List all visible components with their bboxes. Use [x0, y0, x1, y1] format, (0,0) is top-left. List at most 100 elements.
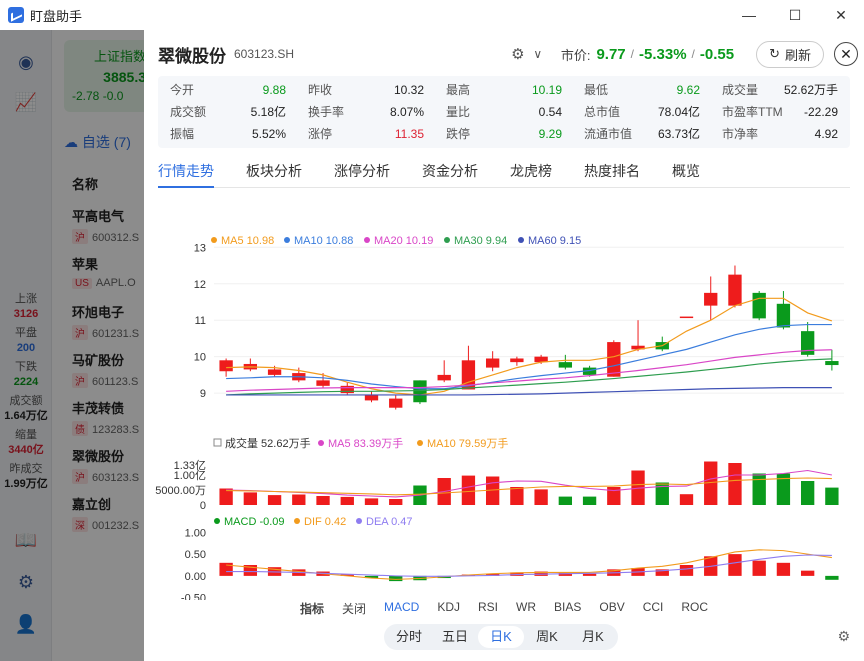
ma-legend-label: MA60 9.15	[528, 235, 581, 247]
candle-body	[437, 374, 451, 381]
indicator-option[interactable]: KDJ	[437, 600, 460, 617]
tab-item[interactable]: 板块分析	[246, 158, 302, 188]
macd-tick: -0.50	[181, 593, 206, 600]
stat-cell: 今开 9.88	[158, 79, 296, 101]
stock-header: 翠微股份 603123.SH ⚙ ∨ 市价: 9.77 / -5.33% / -…	[158, 40, 858, 68]
volume-bar	[461, 475, 476, 505]
stat-label: 成交额	[170, 105, 207, 119]
indicator-option[interactable]: 关闭	[342, 600, 366, 617]
close-icon: ✕	[840, 45, 852, 62]
indicator-option[interactable]: WR	[516, 600, 536, 617]
period-button[interactable]: 分时	[386, 626, 432, 648]
tab-item[interactable]: 行情走势	[158, 158, 214, 188]
stat-label: 最低	[584, 83, 609, 97]
indicator-option[interactable]: OBV	[599, 600, 624, 617]
stat-label: 成交量	[722, 83, 759, 97]
maximize-icon[interactable]: ☐	[772, 0, 818, 30]
volume-tick: 0	[200, 500, 206, 512]
stat-label: 今开	[170, 83, 195, 97]
macd-bar	[219, 562, 233, 576]
stat-label: 振幅	[170, 127, 195, 141]
volume-bar	[243, 492, 258, 505]
stat-cell: 最低 9.62	[572, 79, 710, 101]
stock-settings-icon[interactable]: ⚙	[507, 45, 529, 63]
dea-legend-dot	[356, 518, 362, 524]
tab-item[interactable]: 龙虎榜	[510, 158, 552, 188]
period-button[interactable]: 月K	[570, 626, 616, 648]
stat-label: 市净率	[722, 127, 759, 141]
macd-tick: 0.00	[185, 571, 206, 583]
indicator-option[interactable]: ROC	[681, 600, 708, 617]
price-tick: 10	[194, 352, 206, 364]
price-pct: -5.33%	[639, 45, 687, 63]
stat-cell: 市盈率TTM -22.29	[710, 101, 848, 123]
stat-cell: 流通市值 63.73亿	[572, 123, 710, 145]
candle-body	[776, 303, 791, 328]
ma-legend-dot	[211, 237, 217, 243]
period-button[interactable]: 日K	[478, 626, 524, 648]
stat-label: 市盈率TTM	[722, 105, 783, 119]
indicator-option[interactable]: BIAS	[554, 600, 581, 617]
stat-value: 5.52%	[251, 127, 286, 141]
tab-item[interactable]: 热度排名	[584, 158, 640, 188]
stat-value: 9.29	[538, 127, 562, 141]
indicator-option[interactable]: MACD	[384, 600, 419, 617]
stat-value: 78.04亿	[657, 105, 700, 119]
stat-label: 跌停	[446, 127, 471, 141]
stat-value: 10.19	[531, 83, 562, 97]
indicator-option[interactable]: CCI	[643, 600, 664, 617]
volume-bar	[825, 487, 839, 505]
stat-value: 5.18亿	[250, 105, 286, 119]
volume-bar	[510, 487, 524, 505]
macd-bar	[582, 573, 597, 576]
candle-body	[752, 292, 766, 319]
macd-legend-dot	[214, 518, 220, 524]
candle-body	[825, 361, 839, 366]
detail-tabs: 行情走势 板块分析 涨停分析 资金分析 龙虎榜 热度排名 概览	[158, 158, 850, 188]
close-panel-button[interactable]: ✕	[834, 42, 858, 66]
stat-label: 最高	[446, 83, 471, 97]
stat-value: 9.88	[262, 83, 286, 97]
stock-code: 603123.SH	[234, 47, 295, 61]
ma-legend-dot	[284, 237, 290, 243]
app-logo-icon	[8, 7, 24, 23]
stats-row: 今开 9.88 昨收 10.32 最高 10.19 最低 9.62 成交量 52.62万手	[158, 79, 850, 101]
volume-bar	[316, 496, 330, 505]
window-close-icon[interactable]: ✕	[818, 0, 864, 30]
minimize-icon[interactable]: —	[726, 0, 772, 30]
volume-bar	[582, 496, 597, 505]
indicator-title: 指标	[299, 602, 324, 616]
stat-cell: 振幅 5.52%	[158, 123, 296, 145]
price-tick: 9	[200, 388, 206, 400]
title-bar: 盯盘助手 — ☐ ✕	[0, 0, 864, 30]
stock-detail-panel: 翠微股份 603123.SH ⚙ ∨ 市价: 9.77 / -5.33% / -…	[144, 30, 864, 661]
volume-legend-label: 成交量 52.62万手	[225, 436, 311, 450]
candle-body	[316, 380, 330, 386]
tab-item[interactable]: 资金分析	[422, 158, 478, 188]
vol-ma5-dot	[318, 440, 324, 446]
candle-body	[704, 292, 718, 306]
volume-bar	[728, 463, 742, 505]
stat-label: 昨收	[308, 83, 333, 97]
period-button[interactable]: 周K	[524, 626, 570, 648]
kline-chart[interactable]: MA5 10.98 MA10 10.88 MA20 10.19 MA30 9.94 MA…	[144, 190, 864, 600]
chevron-down-icon[interactable]: ∨	[529, 47, 547, 61]
chart-settings-icon[interactable]: ⚙	[837, 628, 850, 645]
price-label: 市价:	[560, 47, 591, 63]
tab-item[interactable]: 概览	[672, 158, 700, 188]
stat-label: 涨停	[308, 127, 333, 141]
indicator-option[interactable]: RSI	[478, 600, 498, 617]
period-button[interactable]: 五日	[432, 626, 478, 648]
refresh-button[interactable]: ↻ 刷新	[756, 40, 824, 68]
vol-ma10-label: MA10 79.59万手	[427, 436, 508, 450]
tab-item[interactable]: 涨停分析	[334, 158, 390, 188]
stock-name: 翠微股份	[158, 46, 226, 66]
stat-value: 63.73亿	[657, 127, 700, 141]
dif-legend-label: DIF 0.42	[304, 516, 346, 528]
stat-value: 10.32	[393, 83, 424, 97]
macd-bar	[776, 562, 791, 576]
refresh-label: 刷新	[784, 47, 811, 63]
candle-body	[340, 385, 354, 394]
stat-label: 流通市值	[584, 127, 633, 141]
candle-body	[413, 380, 427, 403]
